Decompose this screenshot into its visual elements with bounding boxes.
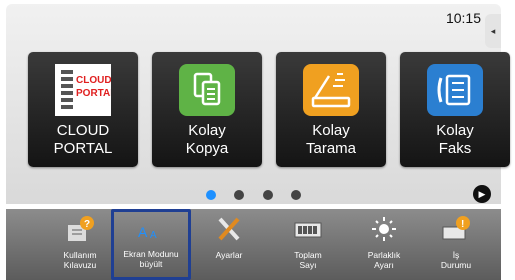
cloud-portal-logo-icon: CLOUD PORTAL — [55, 64, 116, 116]
tile-easy-copy-label-line2: Kopya — [185, 140, 229, 157]
job-status-label-line1: İş — [452, 250, 460, 260]
job-status-icon: ! — [439, 215, 473, 243]
user-manual-button[interactable]: ? Kullanım Kılavuzu — [45, 213, 115, 279]
tile-easy-copy-label: Kolay Kopya — [152, 122, 262, 158]
page-indicator — [6, 187, 501, 205]
magnify-mode-icon: A A — [134, 217, 168, 245]
settings-button[interactable]: Ayarlar — [194, 213, 264, 279]
user-manual-label-line1: Kullanım — [63, 250, 97, 260]
quick-access-bar: ? Kullanım Kılavuzu A A Ekran Modunu büy… — [6, 209, 501, 280]
magnify-screen-mode-button[interactable]: A A Ekran Modunu büyült — [111, 209, 191, 280]
job-status-button[interactable]: ! İş Durumu — [421, 213, 491, 279]
tile-easy-copy-label-line1: Kolay — [188, 122, 226, 139]
svg-text:A: A — [138, 224, 148, 240]
page-dot-3[interactable] — [262, 190, 273, 200]
tile-easy-scan-label-line2: Tarama — [305, 140, 357, 157]
total-count-button[interactable]: Toplam Sayı — [273, 213, 343, 279]
cloud-logo-text-2: PORTAL — [76, 88, 111, 99]
page-dot-1[interactable] — [205, 190, 216, 200]
brightness-label-line2: Ayarı — [374, 260, 394, 270]
next-page-button[interactable]: ▶ — [473, 185, 491, 203]
magnify-mode-label-line2: büyült — [139, 259, 163, 269]
copy-icon — [179, 64, 235, 116]
svg-text:A: A — [150, 230, 157, 241]
tile-easy-scan[interactable]: Kolay Tarama — [276, 52, 386, 167]
user-manual-label-line2: Kılavuzu — [63, 260, 97, 270]
tile-cloud-portal-label-line1: CLOUD PORTAL — [53, 122, 113, 157]
settings-tools-icon — [212, 215, 246, 243]
cloud-logo-text-1: CLOUD — [76, 75, 111, 86]
job-status-label-line2: Durumu — [440, 260, 472, 270]
brightness-icon — [367, 215, 401, 243]
tile-easy-fax[interactable]: Kolay Faks — [400, 52, 510, 167]
tile-cloud-portal-label: CLOUD PORTAL — [28, 122, 138, 158]
tile-easy-fax-label: Kolay Faks — [400, 122, 510, 158]
total-count-label-line1: Toplam — [294, 250, 322, 260]
brightness-label-line1: Parlaklık — [367, 250, 401, 260]
svg-text:?: ? — [84, 219, 90, 230]
page-dot-2[interactable] — [234, 190, 245, 200]
tile-easy-copy[interactable]: Kolay Kopya — [152, 52, 262, 167]
printer-home-screen: 10:15 ◂ CLOUD PORTAL — [0, 0, 515, 280]
settings-label-line1: Ayarlar — [215, 250, 243, 260]
counter-icon — [291, 215, 325, 243]
tile-cloud-portal[interactable]: CLOUD PORTAL CLOUD PORTAL — [28, 52, 138, 167]
clock-time: 10:15 — [445, 10, 481, 26]
manual-icon: ? — [63, 215, 97, 243]
scan-icon — [303, 64, 359, 116]
app-tiles: CLOUD PORTAL CLOUD PORTAL — [28, 52, 510, 167]
total-count-label-line2: Sayı — [299, 260, 317, 270]
tile-easy-scan-label: Kolay Tarama — [276, 122, 386, 158]
tile-easy-fax-label-line1: Kolay — [436, 122, 474, 139]
fax-icon — [427, 64, 483, 116]
tile-easy-scan-label-line1: Kolay — [312, 122, 350, 139]
magnify-mode-label-line1: Ekran Modunu — [123, 249, 179, 259]
play-arrow-icon: ▶ — [478, 188, 486, 199]
home-panel: 10:15 ◂ CLOUD PORTAL — [6, 4, 510, 205]
tile-easy-fax-label-line2: Faks — [438, 140, 472, 157]
page-dot-4[interactable] — [291, 190, 302, 200]
svg-text:!: ! — [461, 219, 464, 230]
brightness-button[interactable]: Parlaklık Ayarı — [349, 213, 419, 279]
side-panel-tab[interactable]: ◂ — [485, 14, 501, 48]
